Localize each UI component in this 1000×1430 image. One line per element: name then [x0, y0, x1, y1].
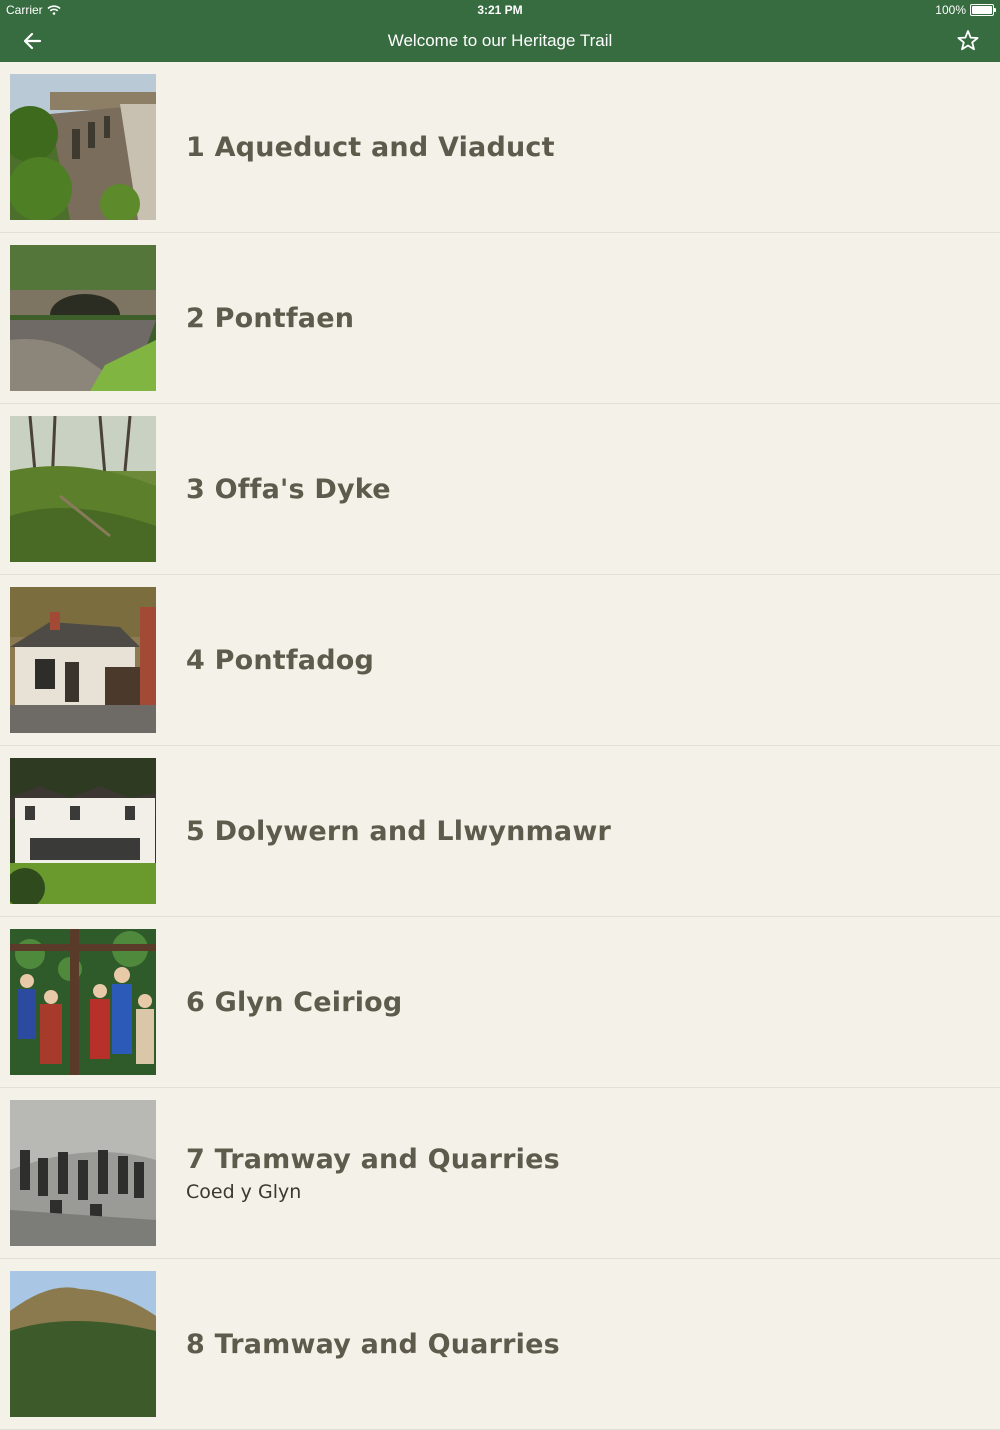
nav-bar: Welcome to our Heritage Trail — [0, 20, 1000, 62]
list-item-subtitle: Coed y Glyn — [186, 1180, 302, 1203]
list-item-title: 6 Glyn Ceiriog — [186, 986, 403, 1018]
list-item[interactable]: 7 Tramway and Quarries Coed y Glyn — [0, 1088, 1000, 1259]
status-bar: Carrier 3:21 PM 100% — [0, 0, 1000, 20]
list-item-text: 4 Pontfadog — [186, 575, 374, 745]
list-item-title: 4 Pontfadog — [186, 644, 375, 676]
trail-list: 1 Aqueduct and Viaduct 2 Pontfaen 3 Offa… — [0, 62, 1000, 1430]
list-item[interactable]: 4 Pontfadog — [0, 575, 1000, 746]
hillside-forest-photo — [10, 1271, 156, 1417]
stained-glass-photo — [10, 929, 156, 1075]
quarry-workers-photo — [10, 1100, 156, 1246]
list-item[interactable]: 8 Tramway and Quarries — [0, 1259, 1000, 1430]
battery-percent: 100% — [935, 3, 966, 17]
status-battery: 100% — [935, 3, 996, 17]
stone-bridge-river-photo — [10, 245, 156, 391]
list-item-title: 3 Offa's Dyke — [186, 473, 391, 505]
list-item-text: 3 Offa's Dyke — [186, 404, 391, 574]
list-item[interactable]: 6 Glyn Ceiriog — [0, 917, 1000, 1088]
status-time: 3:21 PM — [477, 3, 523, 17]
list-item-title: 7 Tramway and Quarries — [186, 1143, 560, 1175]
star-outline-icon — [957, 30, 979, 51]
list-item[interactable]: 3 Offa's Dyke — [0, 404, 1000, 575]
list-item-title: 2 Pontfaen — [186, 302, 355, 334]
list-item-text: 5 Dolywern and Llwynmawr — [186, 746, 611, 916]
list-item-title: 8 Tramway and Quarries — [186, 1328, 560, 1360]
list-item-text: 6 Glyn Ceiriog — [186, 917, 402, 1087]
list-item-text: 7 Tramway and Quarries Coed y Glyn — [186, 1088, 560, 1258]
battery-icon — [970, 4, 996, 16]
aqueduct-photo — [10, 74, 156, 220]
list-item[interactable]: 2 Pontfaen — [0, 233, 1000, 404]
page-title: Welcome to our Heritage Trail — [387, 31, 613, 50]
cottage-photo — [10, 587, 156, 733]
white-house-photo — [10, 758, 156, 904]
list-item[interactable]: 1 Aqueduct and Viaduct — [0, 62, 1000, 233]
list-item-title: 5 Dolywern and Llwynmawr — [186, 815, 612, 847]
list-item[interactable]: 5 Dolywern and Llwynmawr — [0, 746, 1000, 917]
list-item-text: 1 Aqueduct and Viaduct — [186, 62, 555, 232]
app-header: Carrier 3:21 PM 100% Welcome to our Heri… — [0, 0, 1000, 62]
list-item-text: 2 Pontfaen — [186, 233, 354, 403]
list-item-text: 8 Tramway and Quarries — [186, 1259, 560, 1429]
favorite-button[interactable] — [954, 27, 982, 55]
list-item-title: 1 Aqueduct and Viaduct — [186, 131, 555, 163]
grassy-bank-trees-photo — [10, 416, 156, 562]
